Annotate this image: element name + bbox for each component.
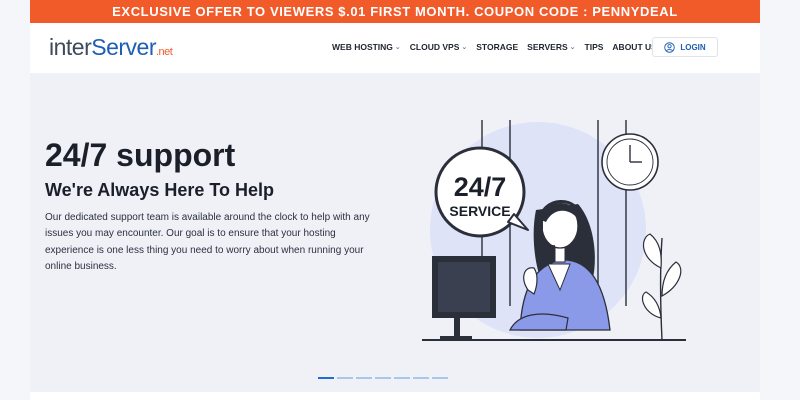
- carousel-dot[interactable]: [356, 377, 372, 379]
- logo-part-net: .net: [156, 46, 173, 58]
- user-circle-icon: [664, 41, 676, 53]
- nav-item-tips[interactable]: TIPS: [585, 42, 604, 52]
- wall-clock-icon: [601, 133, 659, 191]
- carousel-dot[interactable]: [432, 377, 448, 379]
- login-button[interactable]: LOGIN: [652, 37, 718, 57]
- chevron-down-icon: ⌄: [394, 44, 401, 51]
- next-section-edge: [30, 392, 760, 400]
- interserver-logo[interactable]: interServer.net: [49, 34, 173, 61]
- logo-part-inter: inter: [49, 34, 92, 60]
- page-frame: EXCLUSIVE OFFER TO VIEWERS $.01 FIRST MO…: [30, 0, 760, 400]
- carousel-dot[interactable]: [375, 377, 391, 379]
- nav-label: STORAGE: [476, 42, 519, 52]
- nav-label: CLOUD VPS: [409, 42, 460, 52]
- bubble-text-247: 24/7: [454, 172, 507, 202]
- nav-label: ABOUT US: [612, 42, 657, 52]
- desk-monitor: [432, 256, 496, 340]
- site-header: interServer.net WEB HOSTING ⌄ CLOUD VPS …: [30, 23, 760, 73]
- promo-banner[interactable]: EXCLUSIVE OFFER TO VIEWERS $.01 FIRST MO…: [30, 0, 760, 23]
- nav-label: SERVERS: [527, 42, 568, 52]
- carousel-indicators: [318, 377, 448, 379]
- hero-subtitle: We're Always Here To Help: [45, 180, 275, 200]
- nav-label: WEB HOSTING: [332, 42, 393, 52]
- nav-item-web-hosting[interactable]: WEB HOSTING ⌄: [332, 42, 401, 52]
- hero-description: Our dedicated support team is available …: [45, 212, 370, 272]
- main-nav: WEB HOSTING ⌄ CLOUD VPS ⌄ STORAGE SERVER…: [332, 42, 665, 52]
- bubble-text-service: SERVICE: [449, 203, 510, 219]
- nav-item-cloud-vps[interactable]: CLOUD VPS ⌄: [410, 42, 467, 52]
- chevron-down-icon: ⌄: [461, 44, 468, 51]
- hero-title: 24/7 support: [45, 137, 236, 173]
- nav-item-servers[interactable]: SERVERS ⌄: [527, 42, 575, 52]
- carousel-dot[interactable]: [337, 377, 353, 379]
- plant-icon: [641, 233, 682, 341]
- carousel-dot[interactable]: [394, 377, 410, 379]
- logo-part-server: Server: [91, 34, 156, 60]
- nav-item-storage[interactable]: STORAGE: [476, 42, 518, 52]
- nav-label: TIPS: [584, 42, 604, 52]
- carousel-dot[interactable]: [318, 377, 334, 379]
- chevron-down-icon: ⌄: [569, 44, 576, 51]
- login-label: LOGIN: [680, 42, 706, 52]
- support-agent-illustration: 24/7 SERVICE: [422, 120, 686, 341]
- carousel-dot[interactable]: [413, 377, 429, 379]
